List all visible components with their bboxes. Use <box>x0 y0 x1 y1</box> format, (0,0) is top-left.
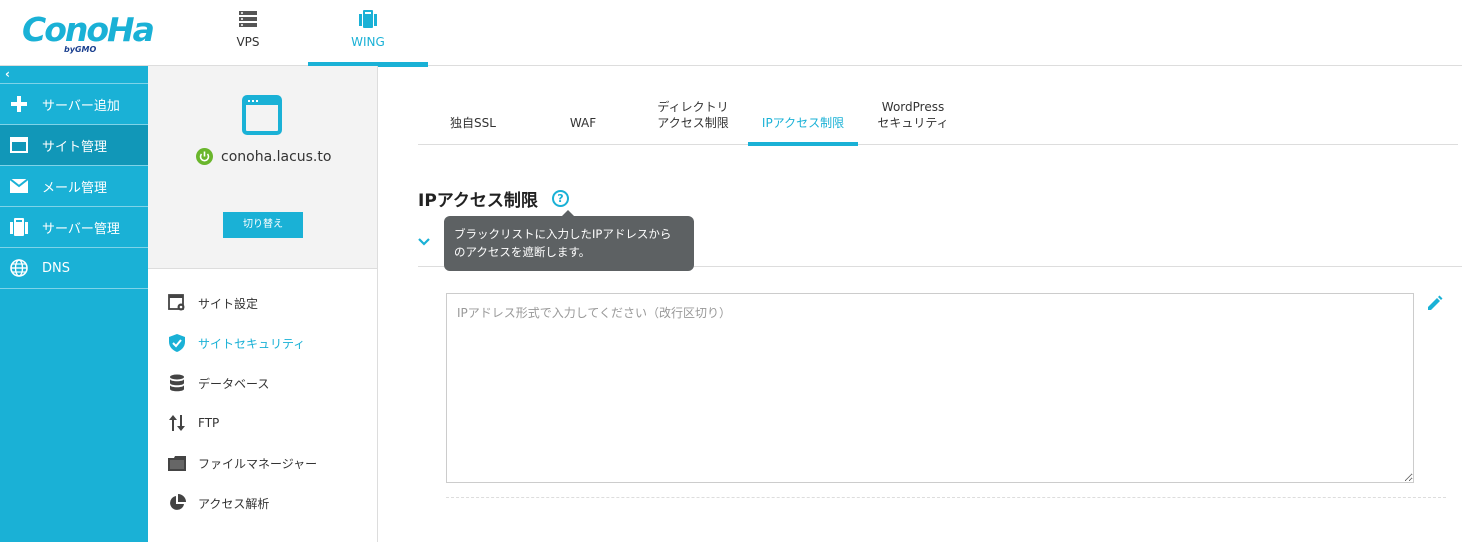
mail-icon <box>9 177 29 195</box>
site-menu: サイト設定 サイトセキュリティ データベース FTP ファイルマネージャー アク… <box>148 269 377 523</box>
menu-item-site-security[interactable]: サイトセキュリティ <box>148 323 377 363</box>
menu-item-access-analytics[interactable]: アクセス解析 <box>148 483 377 523</box>
menu-item-site-settings[interactable]: サイト設定 <box>148 283 377 323</box>
site-panel: conoha.lacus.to 切り替え サイト設定 サイトセキュリティ データ… <box>148 66 378 542</box>
site-domain: conoha.lacus.to <box>221 148 332 165</box>
tab-vps[interactable]: VPS <box>188 0 308 66</box>
sidebar-item-add-server[interactable]: サーバー追加 <box>0 84 148 125</box>
plus-icon <box>9 95 29 113</box>
ip-blacklist-input[interactable] <box>446 293 1414 483</box>
switch-site-button[interactable]: 切り替え <box>223 212 303 238</box>
tab-vps-label: VPS <box>236 35 260 49</box>
server-icon <box>239 11 257 27</box>
tab-waf[interactable]: WAF <box>528 90 638 145</box>
tab-ssl[interactable]: 独自SSL <box>418 90 528 145</box>
window-icon <box>9 136 29 154</box>
site-info-box: conoha.lacus.to 切り替え <box>148 66 377 269</box>
sidebar-item-dns[interactable]: DNS <box>0 248 148 289</box>
site-settings-icon <box>168 294 186 312</box>
menu-item-file-manager[interactable]: ファイルマネージャー <box>148 443 377 483</box>
tab-ip-access[interactable]: IPアクセス制限 <box>748 90 858 146</box>
tab-wing-label: WING <box>351 35 385 49</box>
conoha-logo[interactable]: ConoHa byGMO <box>22 10 155 56</box>
sidebar-item-mail-management[interactable]: メール管理 <box>0 166 148 207</box>
sidebar-item-site-management[interactable]: サイト管理 <box>0 125 148 166</box>
transfer-icon <box>168 414 186 432</box>
help-icon[interactable]: ? <box>551 190 569 207</box>
chevron-down-icon[interactable] <box>418 238 430 246</box>
database-icon <box>168 374 186 392</box>
sidebar-collapse-button[interactable]: ‹ <box>0 66 148 84</box>
menu-item-ftp[interactable]: FTP <box>148 403 377 443</box>
tab-directory-access[interactable]: ディレクトリ アクセス制限 <box>638 90 748 145</box>
dotted-separator <box>446 497 1446 498</box>
menu-item-database[interactable]: データベース <box>148 363 377 403</box>
power-status-icon <box>196 148 213 165</box>
section-title: IPアクセス制限 ? <box>418 186 569 211</box>
pie-chart-icon <box>168 494 186 512</box>
domain-row: conoha.lacus.to <box>196 148 331 165</box>
pencil-icon[interactable] <box>1426 294 1444 312</box>
tab-wordpress-security[interactable]: WordPress セキュリティ <box>858 90 968 145</box>
website-window-icon <box>242 95 282 135</box>
main-sidebar: ‹ サーバー追加 サイト管理 メール管理 サーバー管理 DNS <box>0 66 148 542</box>
help-tooltip: ブラックリストに入力したIPアドレスから のアクセスを遮断します。 <box>444 210 694 271</box>
top-nav: VPS WING <box>188 0 428 67</box>
tab-wing[interactable]: WING <box>308 0 428 67</box>
security-tabs: 独自SSL WAF ディレクトリ アクセス制限 IPアクセス制限 WordPre… <box>418 90 1458 146</box>
top-header: ConoHa byGMO VPS WING <box>0 0 1462 67</box>
sidebar-item-server-management[interactable]: サーバー管理 <box>0 207 148 248</box>
shield-icon <box>168 334 186 352</box>
globe-icon <box>9 259 29 277</box>
wing-server-icon <box>359 10 377 28</box>
server-mgmt-icon <box>9 218 29 236</box>
folder-icon <box>168 454 186 472</box>
main-content: 独自SSL WAF ディレクトリ アクセス制限 IPアクセス制限 WordPre… <box>378 66 1462 542</box>
